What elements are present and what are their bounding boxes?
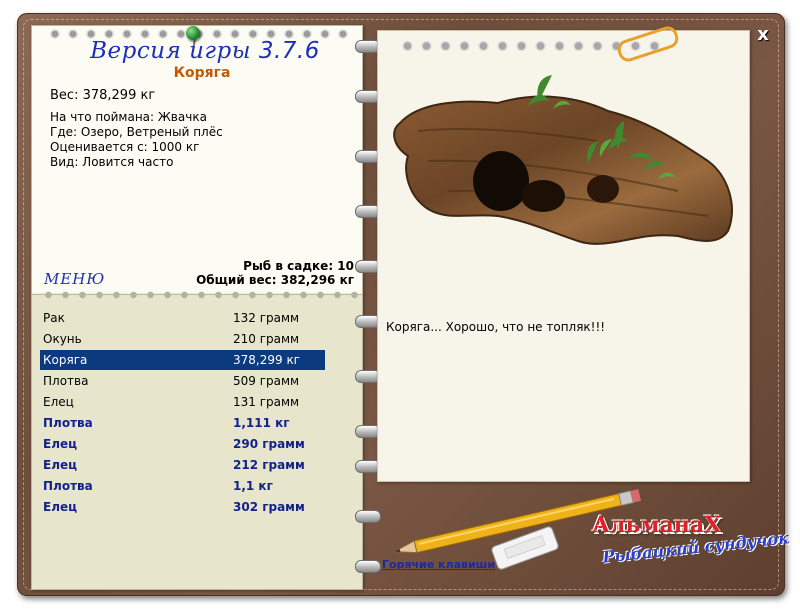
catch-weight: 290 грамм: [233, 437, 305, 451]
catch-list-item[interactable]: Коряга 378,299 кг: [40, 350, 325, 370]
catch-list-item[interactable]: Окунь 210 грамм: [40, 329, 325, 349]
catch-list-item[interactable]: Елец 212 грамм: [40, 455, 325, 475]
catch-name: Плотва: [43, 374, 89, 388]
driftwood-image: [393, 75, 733, 245]
catch-list-item[interactable]: Плотва 509 грамм: [40, 371, 325, 391]
catch-weight: 132 грамм: [233, 311, 300, 325]
item-value: Оценивается с: 1000 кг: [50, 140, 200, 154]
catch-name: Елец: [43, 458, 78, 472]
image-page: [377, 30, 750, 482]
item-place: Где: Озеро, Ветреный плёс: [50, 125, 223, 139]
catch-name: Плотва: [43, 416, 93, 430]
catch-list-panel: Рак 132 грамм Окунь 210 грамм Коряга 378,299 …: [31, 291, 363, 590]
cage-count: Рыб в садке: 10: [243, 259, 354, 273]
catch-name: Окунь: [43, 332, 82, 346]
catch-weight: 302 грамм: [233, 500, 305, 514]
catch-name: Елец: [43, 437, 78, 451]
catch-weight: 131 грамм: [233, 395, 300, 409]
item-comment: Коряга... Хорошо, что не топляк!!!: [386, 320, 606, 334]
catch-weight: 210 грамм: [233, 332, 300, 346]
catch-weight: 212 грамм: [233, 458, 305, 472]
item-name: Коряга: [173, 65, 231, 81]
catch-list-item[interactable]: Елец 290 грамм: [40, 434, 325, 454]
catch-weight: 1,1 кг: [233, 479, 273, 493]
catch-weight: 378,299 кг: [233, 353, 300, 367]
catch-name: Рак: [43, 311, 65, 325]
version-number: 3.7.6: [258, 38, 320, 64]
catch-name: Елец: [43, 395, 74, 409]
menu-link[interactable]: МЕНЮ: [44, 270, 105, 288]
item-bait: На что поймана: Жвачка: [50, 110, 207, 124]
catch-name: Коряга: [43, 353, 88, 367]
catch-weight: 509 грамм: [233, 374, 300, 388]
catch-list-item[interactable]: Елец 131 грамм: [40, 392, 325, 412]
version-label: Версия игры: [90, 38, 252, 64]
catch-list-item[interactable]: Плотва 1,111 кг: [40, 413, 325, 433]
item-weight: Вес: 378,299 кг: [50, 88, 156, 103]
hotkeys-link[interactable]: Горячие клавиши: [382, 558, 495, 571]
catch-list-item[interactable]: Елец 302 грамм: [40, 497, 325, 517]
catch-list-item[interactable]: Рак 132 грамм: [40, 308, 325, 328]
cage-total-weight: Общий вес: 382,296 кг: [196, 273, 354, 287]
almanah-logo[interactable]: АльманаХ: [592, 512, 721, 538]
catch-list-item[interactable]: Плотва 1,1 кг: [40, 476, 325, 496]
catch-name: Плотва: [43, 479, 93, 493]
game-version-title: Версия игры 3.7.6: [60, 38, 350, 64]
catch-name: Елец: [43, 500, 78, 514]
close-button[interactable]: x: [753, 25, 773, 45]
item-kind: Вид: Ловится часто: [50, 155, 174, 169]
catch-weight: 1,111 кг: [233, 416, 290, 430]
game-window: Версия игры 3.7.6 Коряга Вес: 378,299 кг…: [0, 0, 800, 610]
panel-holes: [40, 291, 358, 299]
